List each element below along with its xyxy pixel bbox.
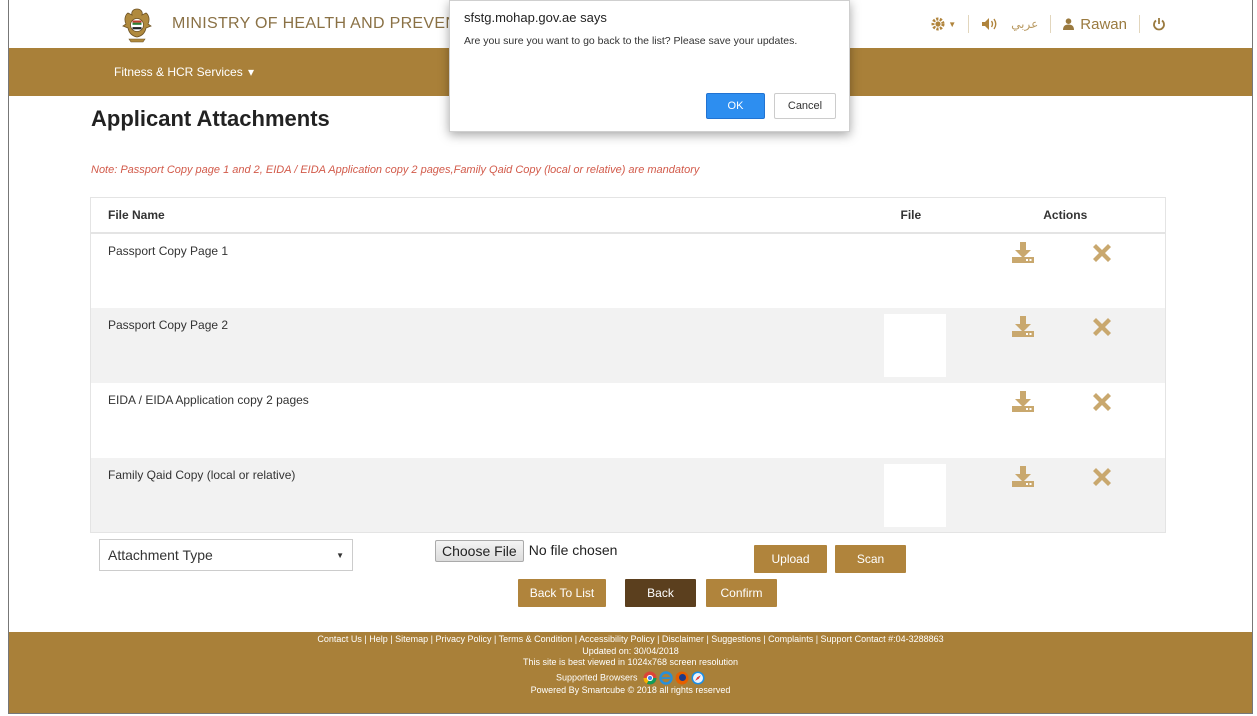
table-row: EIDA / EIDA Application copy 2 pages bbox=[91, 383, 1166, 458]
safari-icon bbox=[691, 671, 705, 684]
file-thumbnail[interactable] bbox=[883, 463, 946, 527]
user-menu[interactable]: Rawan bbox=[1063, 16, 1127, 33]
powered-by: Powered By Smartcube © 2018 all rights r… bbox=[530, 684, 731, 695]
actions-cell bbox=[965, 307, 1166, 383]
chrome-icon bbox=[643, 671, 657, 684]
file-name-cell: Family Qaid Copy (local or relative) bbox=[90, 457, 881, 533]
table-row: Passport Copy Page 1 bbox=[91, 233, 1166, 308]
footer-link-terms[interactable]: Terms & Condition bbox=[499, 634, 573, 644]
footer-links: Contact Us | Help | Sitemap | Privacy Po… bbox=[317, 634, 944, 644]
column-header-actions: Actions bbox=[965, 197, 1166, 234]
attachment-type-select[interactable]: Attachment Type ▼ bbox=[99, 539, 353, 571]
back-to-list-button[interactable]: Back To List bbox=[518, 579, 606, 607]
download-icon[interactable] bbox=[1011, 390, 1035, 413]
user-name: Rawan bbox=[1080, 15, 1127, 33]
file-preview-cell bbox=[880, 457, 966, 533]
supported-browsers-label: Supported Browsers bbox=[555, 671, 638, 682]
divider bbox=[1139, 15, 1140, 33]
actions-cell bbox=[966, 383, 1166, 458]
support-contact: Support Contact #:04-3288863 bbox=[820, 634, 944, 644]
file-name-cell: EIDA / EIDA Application copy 2 pages bbox=[108, 392, 309, 407]
file-preview-cell bbox=[880, 307, 966, 383]
table-row: Passport Copy Page 2 bbox=[90, 307, 1166, 383]
speaker-icon[interactable] bbox=[981, 17, 999, 31]
delete-x-icon[interactable] bbox=[1091, 466, 1113, 488]
supported-browsers-row: Supported Browsers bbox=[9, 670, 1252, 685]
language-toggle-link[interactable]: عربي bbox=[1011, 17, 1038, 31]
firefox-icon bbox=[675, 671, 689, 684]
download-icon[interactable] bbox=[1011, 465, 1035, 488]
header-utilities: ▼ عربي Rawan bbox=[930, 15, 1166, 33]
file-name-cell: Passport Copy Page 2 bbox=[90, 307, 881, 383]
delete-x-icon[interactable] bbox=[1091, 316, 1113, 338]
dialog-ok-button[interactable]: OK bbox=[706, 93, 765, 119]
table-row: Family Qaid Copy (local or relative) bbox=[90, 457, 1166, 533]
mandatory-note: Note: Passport Copy page 1 and 2, EIDA /… bbox=[91, 164, 700, 176]
app-frame: MINISTRY OF HEALTH AND PREVEN ▼ عربي Raw… bbox=[8, 0, 1253, 714]
resolution-note: This site is best viewed in 1024x768 scr… bbox=[522, 657, 739, 667]
delete-x-icon[interactable] bbox=[1091, 391, 1113, 413]
actions-cell bbox=[965, 457, 1166, 533]
settings-gear-icon[interactable]: ▼ bbox=[930, 16, 956, 32]
footer-link-contact-us[interactable]: Contact Us bbox=[317, 634, 362, 644]
footer-link-suggestions[interactable]: Suggestions bbox=[711, 634, 761, 644]
internet-explorer-icon bbox=[659, 670, 673, 685]
attachments-table: File Name File Actions Passport Copy Pag… bbox=[90, 197, 1166, 533]
page-title: Applicant Attachments bbox=[91, 106, 330, 131]
confirm-dialog: sfstg.mohap.gov.ae says Are you sure you… bbox=[449, 0, 850, 132]
caret-down-icon: ▾ bbox=[248, 65, 255, 79]
footer-link-help[interactable]: Help bbox=[369, 634, 388, 644]
user-icon bbox=[1063, 18, 1075, 30]
nav-menu-fitness-hcr-services[interactable]: Fitness & HCR Services ▾ bbox=[114, 65, 254, 79]
footer-link-sitemap[interactable]: Sitemap bbox=[395, 634, 428, 644]
download-icon[interactable] bbox=[1011, 315, 1035, 338]
footer-link-disclaimer[interactable]: Disclaimer bbox=[662, 634, 704, 644]
power-logout-icon[interactable] bbox=[1152, 17, 1166, 31]
footer-link-privacy-policy[interactable]: Privacy Policy bbox=[435, 634, 491, 644]
divider bbox=[1050, 15, 1052, 33]
footer-link-complaints[interactable]: Complaints bbox=[768, 634, 813, 644]
no-file-chosen-text: No file chosen bbox=[528, 542, 618, 558]
confirm-button[interactable]: Confirm bbox=[706, 579, 777, 607]
file-preview-cell bbox=[881, 383, 966, 458]
ministry-name: MINISTRY OF HEALTH AND PREVEN bbox=[172, 15, 458, 32]
table-header-row: File Name File Actions bbox=[90, 197, 1166, 234]
browser-icons bbox=[643, 670, 705, 685]
file-name-cell: Passport Copy Page 1 bbox=[108, 243, 229, 258]
choose-file-button[interactable]: Choose File bbox=[435, 540, 524, 562]
chevron-down-icon: ▼ bbox=[948, 19, 957, 29]
dropdown-caret-icon: ▼ bbox=[336, 550, 344, 560]
actions-cell bbox=[966, 233, 1166, 308]
dialog-cancel-button[interactable]: Cancel bbox=[774, 93, 836, 119]
file-preview-cell bbox=[881, 233, 966, 308]
site-footer: Contact Us | Help | Sitemap | Privacy Po… bbox=[9, 632, 1252, 713]
footer-link-accessibility[interactable]: Accessibility Policy bbox=[579, 634, 655, 644]
attachment-type-value: Attachment Type bbox=[108, 547, 213, 563]
dialog-title: sfstg.mohap.gov.ae says bbox=[464, 10, 607, 25]
dialog-message: Are you sure you want to go back to the … bbox=[464, 35, 798, 47]
updated-date: Updated on: 30/04/2018 bbox=[582, 645, 679, 656]
column-header-file: File bbox=[880, 197, 966, 234]
divider bbox=[968, 15, 970, 33]
file-input[interactable]: Choose File No file chosen bbox=[435, 540, 665, 568]
nav-menu-label: Fitness & HCR Services bbox=[114, 65, 243, 79]
file-thumbnail[interactable] bbox=[883, 313, 946, 377]
scan-button[interactable]: Scan bbox=[835, 545, 906, 573]
delete-x-icon[interactable] bbox=[1091, 242, 1113, 264]
download-icon[interactable] bbox=[1011, 241, 1035, 264]
back-button[interactable]: Back bbox=[625, 579, 696, 607]
uae-emblem-logo bbox=[122, 8, 152, 43]
column-header-file-name: File Name bbox=[90, 197, 881, 234]
upload-button[interactable]: Upload bbox=[754, 545, 827, 573]
